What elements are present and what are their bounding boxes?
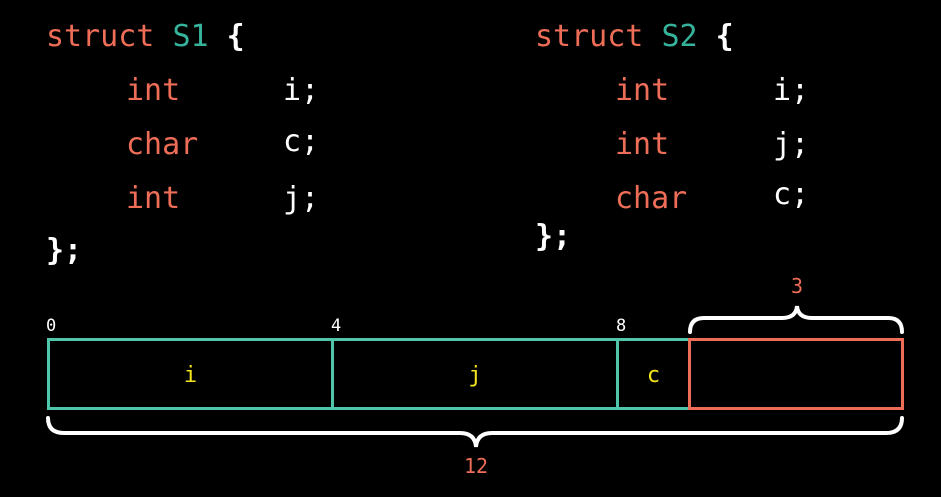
- total-size-brace-icon: [46, 416, 904, 448]
- padding-size-label: 3: [790, 274, 804, 298]
- total-size-label: 12: [463, 454, 489, 478]
- padding-brace-icon: [688, 305, 904, 334]
- braces-layer: [46, 305, 904, 448]
